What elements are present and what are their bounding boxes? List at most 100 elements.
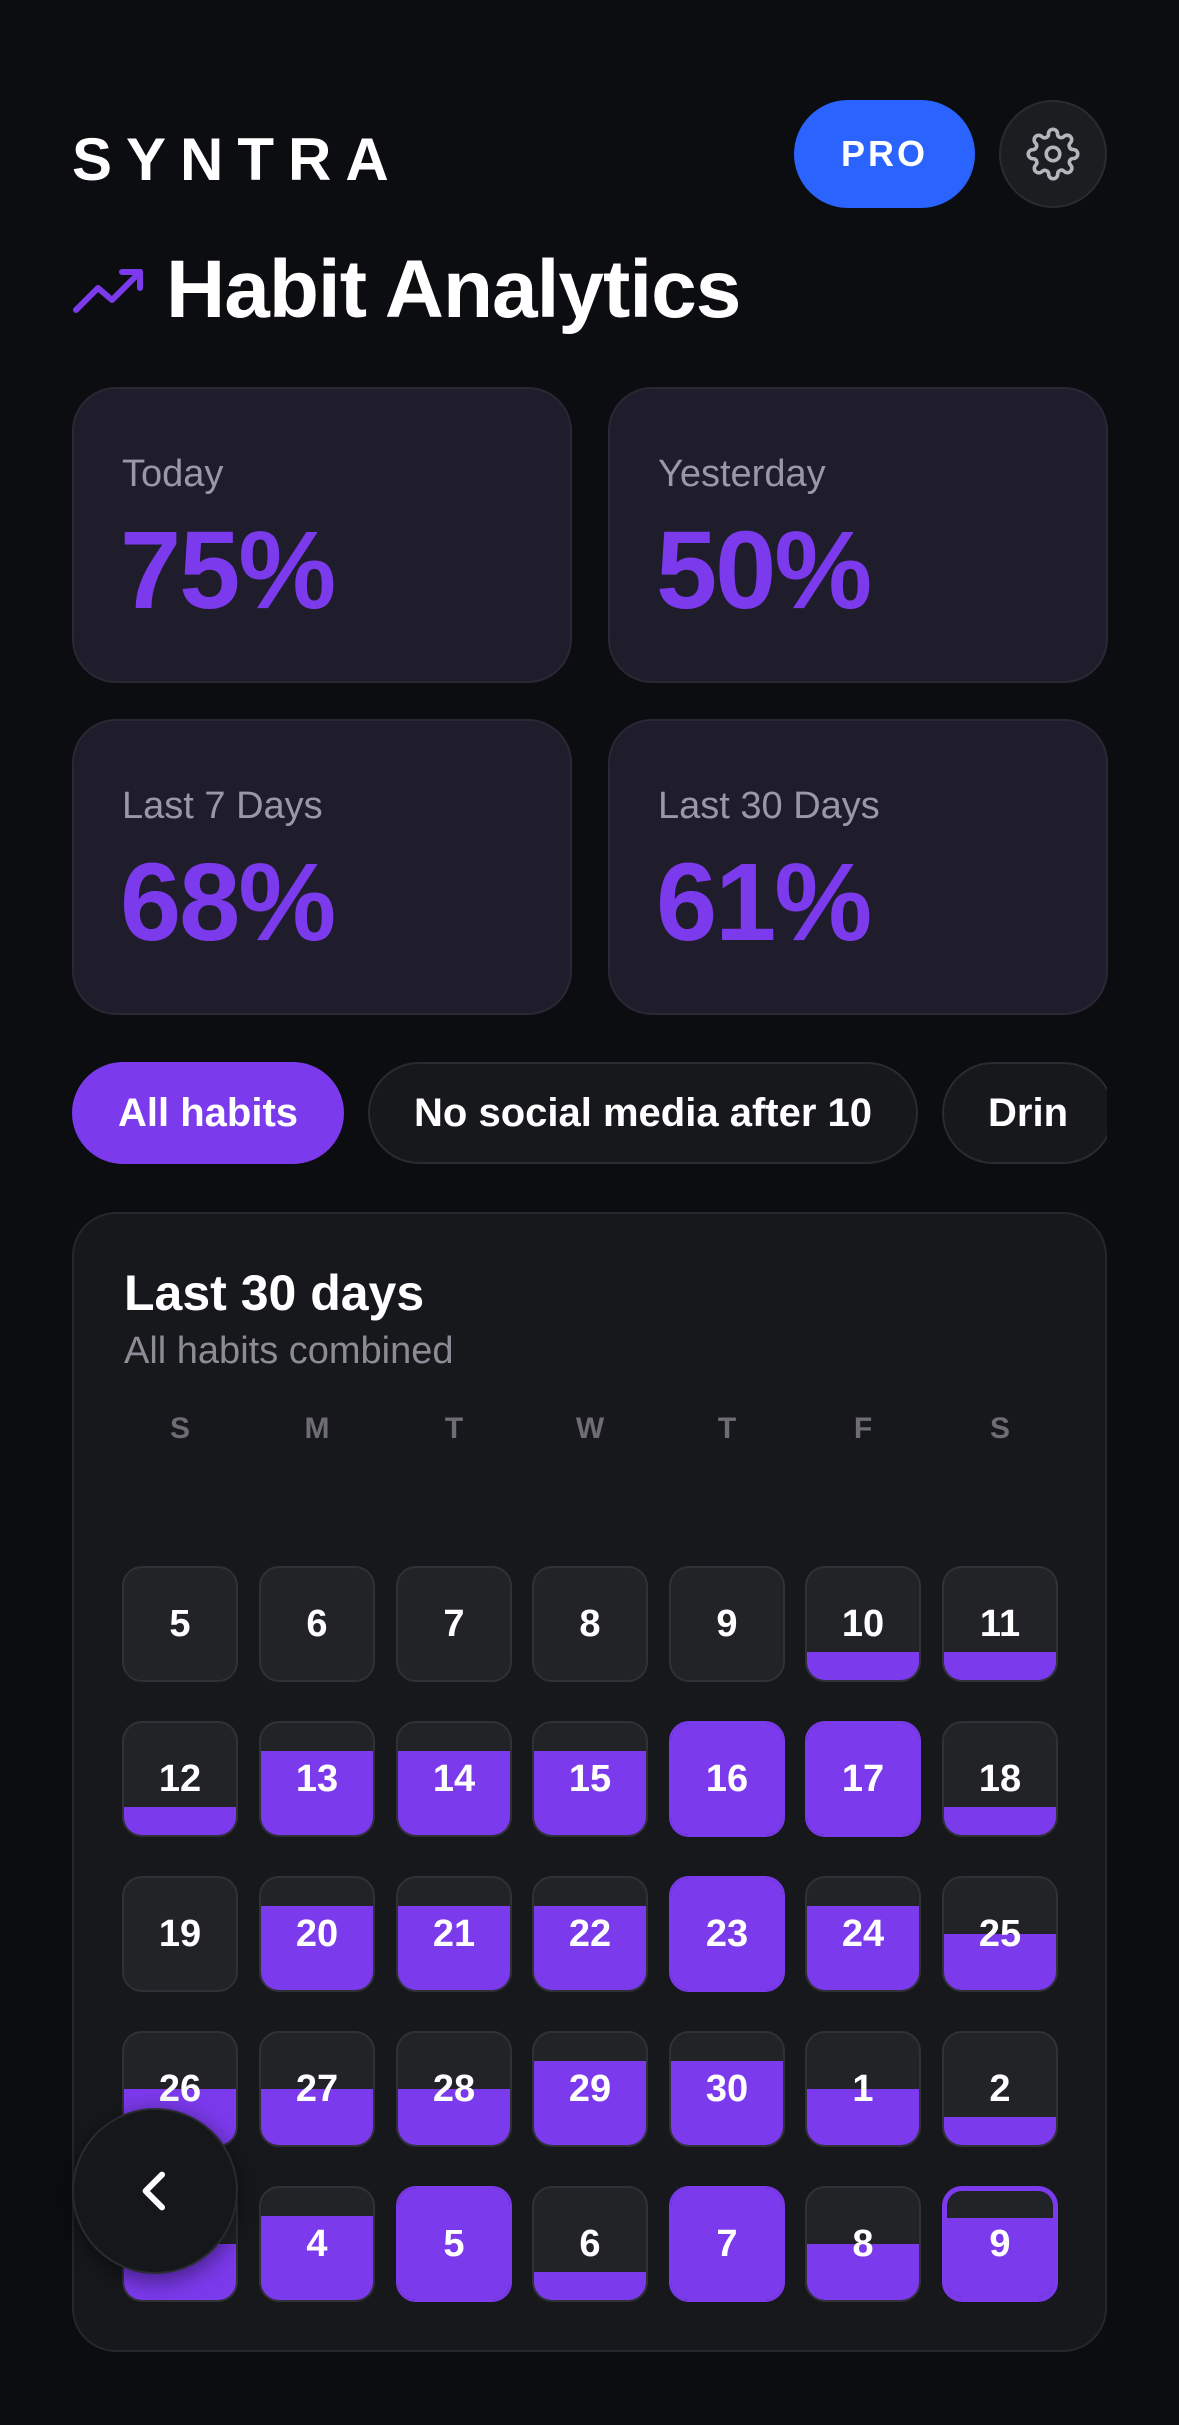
stat-value: 50% (656, 509, 872, 632)
calendar-subtitle: All habits combined (124, 1330, 454, 1372)
day-number: 5 (169, 1602, 191, 1645)
calendar-day-cell[interactable]: 22 (532, 1876, 648, 1992)
day-number: 7 (443, 1602, 465, 1645)
weekday-label: W (575, 1412, 605, 1445)
calendar-day-cell[interactable]: 21 (396, 1876, 512, 1992)
page-header: Habit Analytics (72, 240, 741, 340)
calendar-day-cell[interactable]: 15 (532, 1721, 648, 1837)
day-number: 6 (306, 1602, 328, 1645)
calendar-day-cell-today[interactable]: 9 (942, 2186, 1058, 2302)
calendar-day-cell[interactable]: 10 (805, 1566, 921, 1682)
day-number: 21 (432, 1912, 476, 1955)
day-number: 6 (579, 2222, 601, 2265)
day-number: 8 (852, 2222, 874, 2265)
day-number: 9 (716, 1602, 738, 1645)
stat-card-yesterday: Yesterday 50% (608, 387, 1108, 683)
day-number: 5 (443, 2222, 465, 2265)
day-number: 17 (841, 1757, 885, 1800)
weekday-label: F (853, 1412, 873, 1445)
gear-icon (1026, 127, 1080, 181)
filter-chip-all-habits[interactable]: All habits (72, 1062, 345, 1164)
weekday-label: T (444, 1412, 464, 1445)
day-number: 18 (978, 1757, 1022, 1800)
stat-label: Last 30 Days (658, 785, 880, 827)
brand-logo: SYNTRA (72, 126, 403, 193)
calendar-day-cell[interactable]: 23 (669, 1876, 785, 1992)
day-number: 4 (306, 2222, 328, 2265)
day-number: 13 (295, 1757, 339, 1800)
calendar-day-cell[interactable]: 4 (259, 2186, 375, 2302)
calendar-day-cell[interactable]: 25 (942, 1876, 1058, 1992)
calendar-day-cell[interactable]: 5 (122, 1566, 238, 1682)
stat-card-today: Today 75% (72, 387, 572, 683)
calendar-day-cell[interactable]: 30 (669, 2031, 785, 2147)
weekday-label: T (717, 1412, 737, 1445)
stat-value: 75% (120, 509, 336, 632)
trending-up-icon (73, 269, 143, 313)
stat-card-last-7-days: Last 7 Days 68% (72, 719, 572, 1015)
calendar-day-cell[interactable]: 8 (532, 1566, 648, 1682)
day-number: 14 (432, 1757, 476, 1800)
calendar-day-cell[interactable]: 16 (669, 1721, 785, 1837)
calendar-day-cell[interactable]: 9 (669, 1566, 785, 1682)
calendar-day-cell[interactable]: 20 (259, 1876, 375, 1992)
calendar-day-cell[interactable]: 24 (805, 1876, 921, 1992)
page-title: Habit Analytics (166, 244, 741, 335)
calendar-day-cell[interactable]: 28 (396, 2031, 512, 2147)
day-number: 16 (705, 1757, 749, 1800)
weekday-label: M (304, 1412, 330, 1445)
day-number: 11 (979, 1602, 1021, 1645)
day-number: 20 (295, 1912, 339, 1955)
stat-value: 68% (120, 841, 336, 964)
calendar-day-cell[interactable]: 6 (259, 1566, 375, 1682)
day-number: 2 (989, 2067, 1011, 2110)
day-number: 28 (432, 2067, 476, 2110)
day-number: 25 (978, 1912, 1022, 1955)
habit-filter-bar: All habits No social media after 10 Drin (72, 1062, 1107, 1164)
day-number: 24 (841, 1912, 885, 1955)
calendar-title: Last 30 days (124, 1265, 425, 1321)
stat-value: 61% (656, 841, 872, 964)
calendar-day-cell[interactable]: 11 (942, 1566, 1058, 1682)
calendar-day-cell[interactable]: 5 (396, 2186, 512, 2302)
stat-label: Today (122, 453, 224, 495)
calendar-day-cell[interactable]: 18 (942, 1721, 1058, 1837)
calendar-day-cell[interactable]: 19 (122, 1876, 238, 1992)
day-number: 27 (295, 2067, 339, 2110)
calendar-day-cell[interactable]: 1 (805, 2031, 921, 2147)
habit-analytics-screen: SYNTRA PRO Habit Analytics Today 75% Yes… (0, 0, 1179, 2425)
day-number: 8 (579, 1602, 601, 1645)
calendar-day-cell[interactable]: 8 (805, 2186, 921, 2302)
settings-button[interactable] (999, 100, 1107, 208)
day-number: 7 (716, 2222, 738, 2265)
stat-card-last-30-days: Last 30 Days 61% (608, 719, 1108, 1015)
day-number: 9 (989, 2222, 1011, 2265)
back-button[interactable] (72, 2108, 238, 2274)
day-number: 15 (568, 1757, 612, 1800)
calendar-day-cell[interactable]: 13 (259, 1721, 375, 1837)
weekday-label: S (169, 1412, 190, 1445)
calendar-day-cell[interactable]: 14 (396, 1721, 512, 1837)
calendar-day-cell[interactable]: 17 (805, 1721, 921, 1837)
calendar-day-cell[interactable]: 7 (396, 1566, 512, 1682)
weekday-label: S (989, 1412, 1010, 1445)
day-number: 12 (158, 1757, 202, 1800)
day-number: 23 (705, 1912, 749, 1955)
calendar-day-cell[interactable]: 7 (669, 2186, 785, 2302)
pro-button[interactable]: PRO (794, 100, 975, 208)
day-number: 19 (158, 1912, 202, 1955)
calendar-day-cell[interactable]: 2 (942, 2031, 1058, 2147)
calendar-day-cell[interactable]: 6 (532, 2186, 648, 2302)
stat-label: Yesterday (658, 453, 826, 495)
filter-chip-no-social-media[interactable]: No social media after 10 (368, 1062, 918, 1164)
calendar-day-cell[interactable]: 27 (259, 2031, 375, 2147)
day-number: 29 (568, 2067, 612, 2110)
calendar-day-cell[interactable]: 12 (122, 1721, 238, 1837)
stat-label: Last 7 Days (122, 785, 323, 827)
chevron-left-icon (142, 2171, 166, 2211)
day-number: 30 (705, 2067, 749, 2110)
calendar-day-cell[interactable]: 29 (532, 2031, 648, 2147)
day-number: 10 (841, 1602, 885, 1645)
day-number: 1 (852, 2067, 874, 2110)
filter-chip-drink[interactable]: Drin (942, 1062, 1107, 1164)
